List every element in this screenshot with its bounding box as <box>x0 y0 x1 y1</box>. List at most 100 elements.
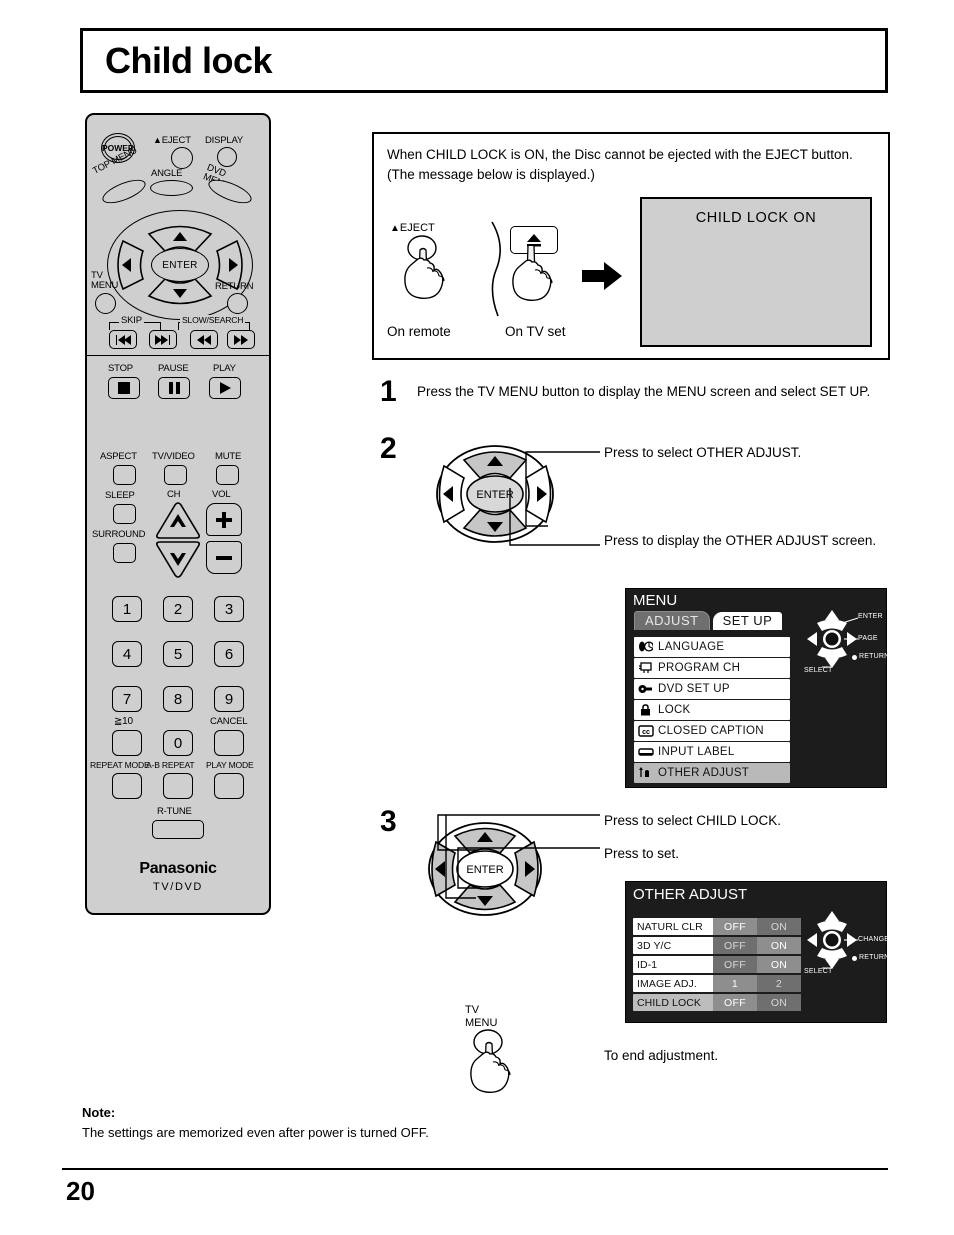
row-value-off[interactable]: OFF <box>713 956 757 973</box>
nav-change-label: CHANGE <box>858 936 890 943</box>
step-3-callout-top: Press to select CHILD LOCK. <box>604 813 782 828</box>
other-adjust-rows: NATURL CLR OFF ON 3D Y/C OFF ON ID-1 OFF… <box>633 918 801 1013</box>
brand-name: Panasonic <box>139 860 217 877</box>
dvd-setup-icon <box>637 682 654 695</box>
input-label-icon <box>637 745 654 758</box>
surround-label: SURROUND <box>92 529 146 540</box>
menu-item-language[interactable]: LANGUAGE <box>634 637 790 657</box>
over-ten-button <box>112 730 142 756</box>
search-forward-button <box>227 330 255 349</box>
menu-item-label: OTHER ADJUST <box>658 766 750 779</box>
number-button-1: 1 <box>112 596 142 622</box>
row-value-on[interactable]: ON <box>757 994 801 1011</box>
menu-item-label: CLOSED CAPTION <box>658 724 764 737</box>
r-tune-label: R-TUNE <box>157 806 192 817</box>
surround-button <box>113 543 136 563</box>
menu-item-input-label[interactable]: INPUT LABEL <box>634 742 790 762</box>
number-button-9: 9 <box>214 686 244 712</box>
ch-label: CH <box>167 489 181 500</box>
display-button <box>217 147 237 167</box>
nav-enter-label: ENTER <box>858 613 883 620</box>
other-adjust-row-child-lock[interactable]: CHILD LOCK OFF ON <box>633 994 801 1011</box>
flow-arrow-icon <box>582 262 622 290</box>
row-values: OFF ON <box>713 956 801 973</box>
row-value-off[interactable]: OFF <box>713 918 757 935</box>
menu-nav-guide: ENTER PAGE RETURN SELECT <box>804 605 889 683</box>
lock-icon <box>637 703 654 716</box>
info-box: When CHILD LOCK is ON, the Disc cannot b… <box>372 132 890 360</box>
menu-item-lock[interactable]: LOCK <box>634 700 790 720</box>
angle-button <box>150 180 193 196</box>
closed-caption-icon: cc <box>637 724 654 737</box>
row-value-on[interactable]: ON <box>757 956 801 973</box>
row-value-2[interactable]: 2 <box>757 975 801 992</box>
nav-return-dot <box>852 655 857 660</box>
page-title-box: Child lock <box>80 28 888 93</box>
other-adjust-icon <box>637 766 654 779</box>
row-value-on[interactable]: ON <box>757 918 801 935</box>
pause-button <box>158 377 190 399</box>
menu-osd-list: LANGUAGE PROGRAM CH DVD SET UP LOCK cc C… <box>634 637 790 784</box>
stop-label: STOP <box>108 363 133 374</box>
menu-item-closed-caption[interactable]: cc CLOSED CAPTION <box>634 721 790 741</box>
nav-page-label: PAGE <box>858 635 878 642</box>
row-value-off[interactable]: OFF <box>713 937 757 954</box>
program-ch-icon <box>637 661 654 674</box>
remote-enter-button: ENTER <box>151 248 209 282</box>
aspect-label: ASPECT <box>100 451 137 462</box>
menu-item-dvd-set-up[interactable]: DVD SET UP <box>634 679 790 699</box>
note-heading: Note: <box>82 1105 116 1120</box>
stop-button <box>108 377 140 399</box>
sleep-button <box>113 504 136 524</box>
other-adjust-osd: OTHER ADJUST NATURL CLR OFF ON 3D Y/C OF… <box>625 881 890 1023</box>
other-adjust-row-image-adj[interactable]: IMAGE ADJ. 1 2 <box>633 975 801 992</box>
number-button-2: 2 <box>163 596 193 622</box>
step-3-callout-lines <box>437 814 600 899</box>
language-icon <box>637 640 654 653</box>
tv-menu-label: TV MENU <box>91 270 119 292</box>
row-value-on[interactable]: ON <box>757 937 801 954</box>
return-label: RETURN <box>215 281 254 292</box>
menu-osd-tabs: ADJUST SET UP <box>634 611 783 630</box>
footer-rule <box>62 1168 888 1170</box>
menu-item-other-adjust[interactable]: OTHER ADJUST <box>634 763 790 783</box>
cancel-label: CANCEL <box>210 716 248 727</box>
end-tv-menu-label: TV MENU <box>465 1004 498 1029</box>
nav-return-dot <box>852 956 857 961</box>
other-adjust-row-natural-clr[interactable]: NATURL CLR OFF ON <box>633 918 801 935</box>
row-values: OFF ON <box>713 918 801 935</box>
other-adjust-osd-title: OTHER ADJUST <box>633 886 748 903</box>
over-ten-label: ≧10 <box>114 716 133 727</box>
svg-text:cc: cc <box>642 729 650 736</box>
row-values: 1 2 <box>713 975 801 992</box>
number-button-8: 8 <box>163 686 193 712</box>
menu-item-program-ch[interactable]: PROGRAM CH <box>634 658 790 678</box>
row-value-1[interactable]: 1 <box>713 975 757 992</box>
number-button-7: 7 <box>112 686 142 712</box>
pause-label: PAUSE <box>158 363 189 374</box>
row-value-off[interactable]: OFF <box>713 994 757 1011</box>
tab-adjust[interactable]: ADJUST <box>634 611 710 630</box>
menu-item-label: LANGUAGE <box>658 640 725 653</box>
step-2-callout-bottom: Press to display the OTHER ADJUST screen… <box>604 533 877 548</box>
eject-button <box>171 147 193 169</box>
other-adjust-row-3d-yc[interactable]: 3D Y/C OFF ON <box>633 937 801 954</box>
mute-button <box>216 465 239 485</box>
manual-page: Child lock POWER ▲EJECT DISPLAY TOP MENU… <box>0 0 954 1235</box>
r-tune-button <box>152 820 204 839</box>
end-adjustment-text: To end adjustment. <box>604 1048 719 1063</box>
tv-screen-message: CHILD LOCK ON <box>695 210 817 226</box>
nav-select-label: SELECT <box>804 968 833 975</box>
other-adjust-row-id-1[interactable]: ID-1 OFF ON <box>633 956 801 973</box>
tab-set-up[interactable]: SET UP <box>712 612 783 630</box>
menu-item-label: LOCK <box>658 703 691 716</box>
number-button-6: 6 <box>214 641 244 667</box>
page-number: 20 <box>66 1176 95 1206</box>
slow-search-label: SLOW/SEARCH <box>180 315 246 325</box>
step-1-text: Press the TV MENU button to display the … <box>417 384 871 399</box>
tv-screen-message-box: CHILD LOCK ON <box>640 197 872 347</box>
note-body: The settings are memorized even after po… <box>82 1124 429 1140</box>
step-1-number: 1 <box>380 375 397 408</box>
ab-repeat-label: A-B REPEAT <box>146 760 195 770</box>
play-mode-label: PLAY MODE <box>206 760 254 770</box>
